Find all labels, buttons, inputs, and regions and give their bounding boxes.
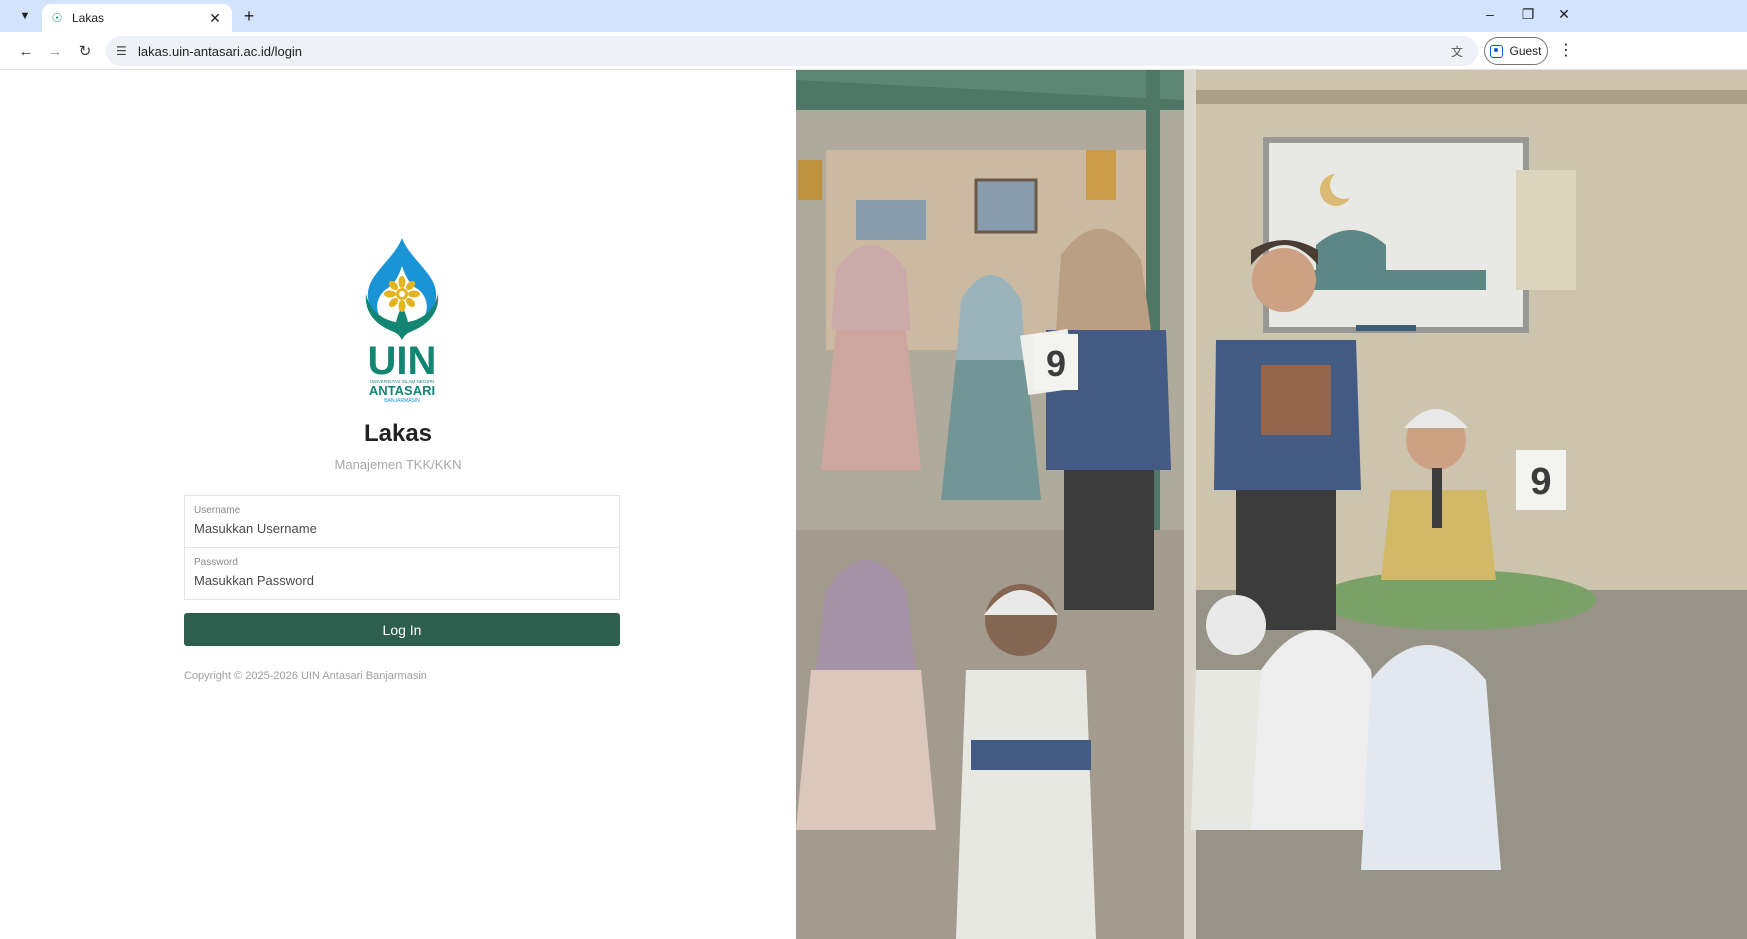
address-bar[interactable]: ☰ lakas.uin-antasari.ac.id/login bbox=[106, 36, 1478, 66]
profile-button[interactable]: Guest bbox=[1484, 37, 1548, 65]
login-button[interactable]: Log In bbox=[184, 613, 620, 646]
browser-menu-button[interactable]: ⋮ bbox=[1558, 40, 1574, 62]
site-settings-icon[interactable]: ☰ bbox=[116, 44, 132, 58]
logo-antasari-text: ANTASARI bbox=[369, 383, 435, 398]
translate-icon: 文 bbox=[1450, 44, 1463, 59]
reload-button[interactable]: ↻ bbox=[74, 40, 96, 62]
reload-icon: ↻ bbox=[78, 43, 92, 60]
window-close-button[interactable]: ✕ bbox=[1550, 6, 1578, 23]
profile-label: Guest bbox=[1509, 44, 1542, 58]
translate-button[interactable]: 文 bbox=[1446, 40, 1468, 62]
page-content: UIN UNIVERSITAS ISLAM NEGERI ANTASARI BA… bbox=[0, 70, 1747, 939]
arrow-right-icon: → bbox=[47, 42, 63, 60]
forward-button[interactable]: → bbox=[44, 40, 66, 62]
copyright-text: Copyright © 2025-2026 UIN Antasari Banja… bbox=[184, 670, 427, 682]
new-tab-button[interactable]: + bbox=[238, 5, 260, 27]
restore-button[interactable]: ❐ bbox=[1514, 6, 1542, 23]
password-input[interactable] bbox=[194, 573, 610, 588]
login-form: Username Password Log In bbox=[184, 495, 620, 646]
logo-uin-text: UIN bbox=[368, 339, 437, 383]
illustration-image: 9 9 bbox=[796, 70, 1747, 939]
guest-profile-icon bbox=[1490, 44, 1504, 58]
browser-toolbar: ← → ↻ ☰ lakas.uin-antasari.ac.id/login 文… bbox=[0, 32, 1747, 70]
url-text: lakas.uin-antasari.ac.id/login bbox=[138, 43, 303, 59]
username-input[interactable] bbox=[194, 521, 610, 536]
uin-favicon-icon: ☉ bbox=[51, 11, 63, 25]
tab-title: Lakas bbox=[72, 11, 105, 25]
username-field-group: Username bbox=[184, 495, 620, 548]
tab-search-button[interactable]: ▼ bbox=[12, 5, 38, 27]
password-field-group: Password bbox=[184, 548, 620, 600]
app-subtitle: Manajemen TKK/KKN bbox=[334, 457, 462, 472]
logo-city-text: BANJARMASIN bbox=[384, 398, 420, 404]
hero-illustration: 9 9 bbox=[796, 70, 1747, 939]
chevron-down-icon: ▼ bbox=[19, 10, 31, 22]
app-title: Lakas bbox=[363, 420, 433, 447]
login-panel: UIN UNIVERSITAS ISLAM NEGERI ANTASARI BA… bbox=[0, 70, 796, 939]
password-label: Password bbox=[194, 557, 238, 568]
uin-antasari-logo: UIN UNIVERSITAS ISLAM NEGERI ANTASARI BA… bbox=[365, 238, 439, 404]
back-button[interactable]: ← bbox=[15, 40, 37, 62]
username-label: Username bbox=[194, 505, 241, 516]
tab-close-button[interactable]: ✕ bbox=[206, 10, 224, 27]
minimize-button[interactable]: – bbox=[1476, 6, 1504, 22]
browser-tab-active[interactable]: ☉ Lakas ✕ bbox=[42, 4, 232, 32]
arrow-left-icon: ← bbox=[18, 42, 34, 60]
browser-tab-strip: ▼ ☉ Lakas ✕ + – ❐ ✕ bbox=[0, 0, 1747, 32]
